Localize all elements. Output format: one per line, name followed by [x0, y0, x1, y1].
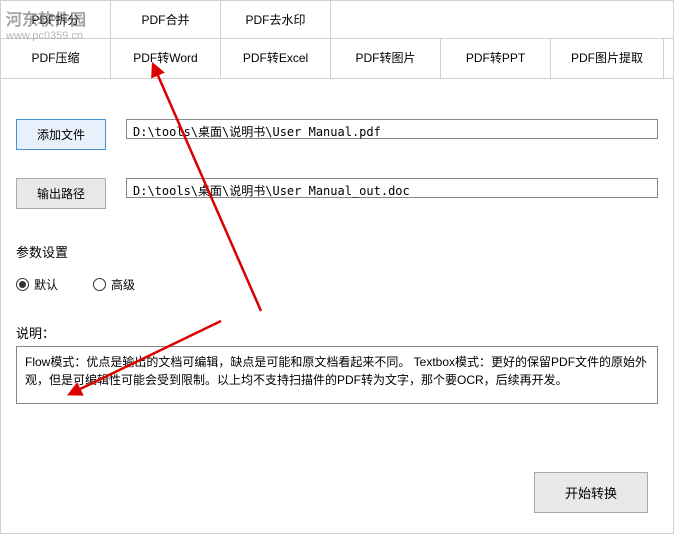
- tab-pdf-remove-watermark[interactable]: PDF去水印: [221, 1, 331, 38]
- desc-label: 说明：: [16, 323, 658, 342]
- tab-pdf-extract-image[interactable]: PDF图片提取: [551, 39, 664, 78]
- tab-pdf-compress[interactable]: PDF压缩: [1, 39, 111, 78]
- radio-advanced[interactable]: 高级: [93, 276, 135, 293]
- content-area: 添加文件 D:\tools\桌面\说明书\User Manual.pdf 输出路…: [1, 79, 673, 424]
- tab-pdf-to-word[interactable]: PDF转Word: [111, 39, 221, 78]
- radio-default-label: 默认: [34, 276, 58, 293]
- tab-pdf-merge[interactable]: PDF合并: [111, 1, 221, 38]
- radio-group: 默认 高级: [16, 276, 658, 293]
- tab-pdf-split[interactable]: PDF拆分: [1, 1, 111, 38]
- add-file-button[interactable]: 添加文件: [16, 119, 106, 150]
- footer: 开始转换: [534, 472, 648, 513]
- tabs-row-1: PDF拆分 PDF合并 PDF去水印: [1, 1, 673, 39]
- tab-pdf-to-excel[interactable]: PDF转Excel: [221, 39, 331, 78]
- tab-pdf-to-image[interactable]: PDF转图片: [331, 39, 441, 78]
- radio-advanced-label: 高级: [111, 276, 135, 293]
- radio-default-circle: [16, 278, 29, 291]
- output-path-row: 输出路径 D:\tools\桌面\说明书\User Manual_out.doc: [16, 178, 658, 217]
- tab-pdf-to-ppt[interactable]: PDF转PPT: [441, 39, 551, 78]
- source-path-input[interactable]: D:\tools\桌面\说明书\User Manual.pdf: [126, 119, 658, 139]
- radio-advanced-circle: [93, 278, 106, 291]
- tabs-row-2: PDF压缩 PDF转Word PDF转Excel PDF转图片 PDF转PPT …: [1, 39, 673, 79]
- params-label: 参数设置: [16, 242, 658, 261]
- desc-box: Flow模式：优点是输出的文档可编辑，缺点是可能和原文档看起来不同。 Textb…: [16, 346, 658, 404]
- add-file-row: 添加文件 D:\tools\桌面\说明书\User Manual.pdf: [16, 119, 658, 158]
- start-button[interactable]: 开始转换: [534, 472, 648, 513]
- output-path-input[interactable]: D:\tools\桌面\说明书\User Manual_out.doc: [126, 178, 658, 198]
- output-path-button[interactable]: 输出路径: [16, 178, 106, 209]
- radio-default[interactable]: 默认: [16, 276, 58, 293]
